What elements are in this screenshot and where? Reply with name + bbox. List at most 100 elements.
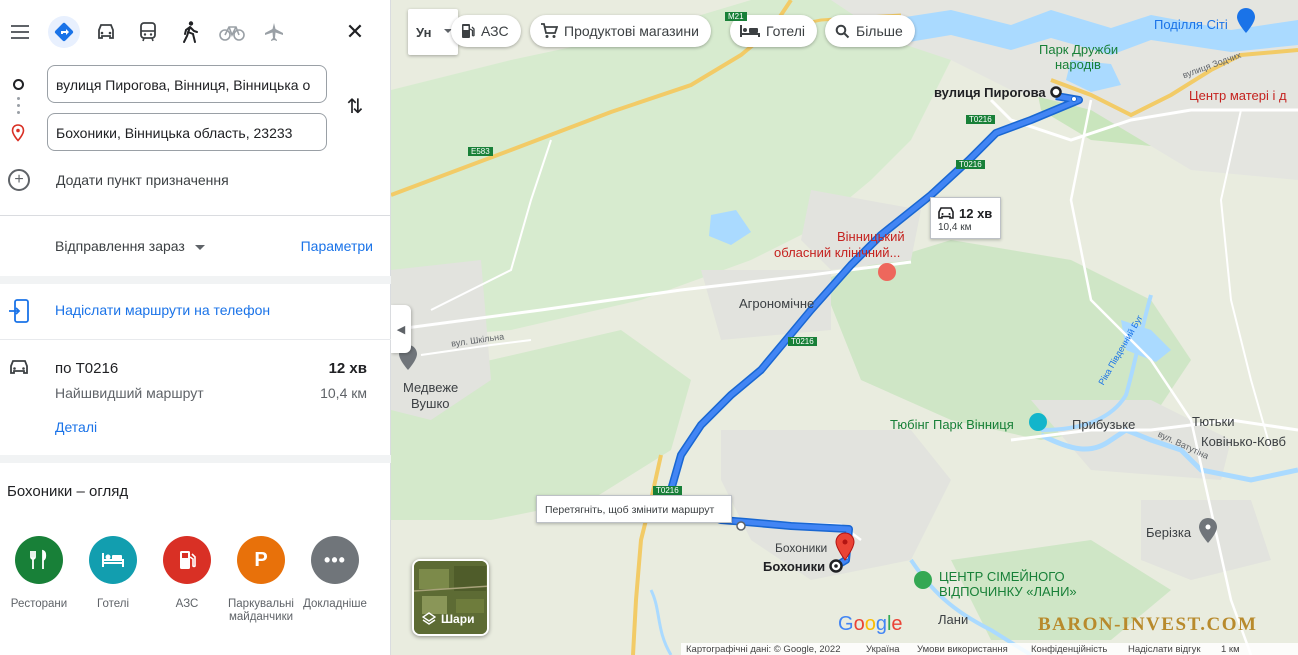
chip-label: АЗС (481, 23, 509, 39)
flight-mode-icon[interactable] (258, 16, 290, 48)
road-shield: T0216 (788, 337, 817, 346)
directions-panel: ✕ вулиця Пирогова, Вінниця, Вінницька о … (0, 0, 391, 655)
swap-icon[interactable]: ⇅ (343, 94, 367, 120)
country-link[interactable]: Україна (866, 644, 900, 655)
road-shield: T0216 (956, 160, 985, 169)
place-label: обласний клінічний... (774, 245, 901, 260)
gas-station-icon (462, 24, 475, 38)
chip-label: Продуктові магазини (564, 23, 699, 39)
input-tools-label: Ун (416, 24, 432, 40)
gas-stations-button[interactable]: АЗС (149, 536, 225, 611)
hotel-icon (89, 536, 137, 584)
origin-dot-icon (13, 79, 24, 90)
watermark: BARON-INVEST.COM (1038, 614, 1258, 635)
place-label: Бохоники (775, 541, 828, 555)
place-label: Тютьки (1192, 414, 1235, 429)
poi-label: Паркувальні майданчики (228, 598, 294, 623)
chip-groceries[interactable]: Продуктові магазини (530, 15, 711, 47)
road-shield: M21 (725, 12, 747, 21)
connector-dot (17, 111, 20, 114)
place-label: Ковінько-Ковб (1201, 434, 1286, 449)
chevron-down-icon (194, 244, 205, 250)
divider (0, 455, 391, 463)
chip-more[interactable]: Більше (825, 15, 915, 47)
divider (0, 276, 391, 284)
route-time: 12 хв (328, 360, 367, 377)
add-destination-button[interactable]: + Додати пункт призначення (8, 168, 229, 192)
restaurants-button[interactable]: Ресторани (1, 536, 77, 611)
place-label: ЦЕНТР СІМЕЙНОГО (939, 569, 1065, 584)
route-subtitle: Найшвидший маршрут (55, 385, 204, 401)
bicycle-mode-icon[interactable] (216, 16, 248, 48)
parking-button[interactable]: P Паркувальні майданчики (223, 536, 299, 624)
privacy-link[interactable]: Конфіденційність (1031, 644, 1107, 655)
map-canvas[interactable]: ◀ Ун АЗС Продуктові магазини Готелі Біль… (391, 0, 1298, 655)
departure-row: Відправлення зараз Параметри (0, 216, 391, 276)
map-data-credit: Картографічні дані: © Google, 2022 (686, 644, 841, 655)
gas-station-icon (163, 536, 211, 584)
layers-icon (422, 612, 436, 625)
terms-link[interactable]: Умови використання (917, 644, 1008, 655)
road-shield: T0216 (653, 486, 682, 495)
feedback-link[interactable]: Надіслати відгук (1128, 644, 1201, 655)
hotel-icon (740, 25, 760, 37)
overview-title: Бохоники – огляд (7, 483, 129, 500)
destination-label: Бохоники (763, 559, 826, 574)
place-label: Вінницький (837, 229, 905, 244)
send-to-phone-row[interactable]: Надіслати маршрути на телефон (0, 284, 391, 340)
poi-label: Ресторани (10, 598, 68, 610)
place-label: Агрономічне (739, 296, 815, 311)
poi-label: Готелі (96, 598, 130, 610)
parking-icon: P (237, 536, 285, 584)
chip-label: Більше (856, 23, 903, 39)
origin-input[interactable]: вулиця Пирогова, Вінниця, Вінницька о (47, 65, 327, 103)
shopping-cart-icon (541, 23, 558, 38)
walking-mode-icon[interactable] (174, 16, 206, 48)
place-label: Вушко (411, 396, 450, 411)
badge-time: 12 хв (959, 206, 993, 221)
best-mode-icon[interactable] (48, 16, 80, 48)
layers-text: Шари (441, 612, 475, 626)
place-label: народів (1055, 57, 1101, 72)
place-label: ВІДПОЧИНКУ «ЛАНИ» (939, 584, 1077, 599)
route-details-link[interactable]: Деталі (55, 419, 97, 435)
origin-label: вулиця Пирогова (934, 85, 1046, 100)
place-label: Тюбінг Парк Вінниця (890, 417, 1014, 432)
car-mode-icon[interactable] (90, 16, 122, 48)
connector-dot (17, 97, 20, 100)
google-logo: Google (838, 613, 903, 635)
chip-label: Готелі (766, 23, 805, 39)
route-time-badge[interactable]: 12 хв 10,4 км (930, 197, 1001, 239)
road-shield: T0216 (966, 115, 995, 124)
add-destination-label: Додати пункт призначення (56, 172, 229, 188)
route-name: по T0216 (55, 360, 119, 377)
travel-mode-bar: ✕ (0, 0, 391, 64)
badge-distance: 10,4 км (938, 222, 972, 233)
departure-dropdown[interactable]: Відправлення зараз (55, 238, 205, 254)
route-distance: 10,4 км (320, 385, 367, 401)
car-icon (938, 207, 954, 219)
close-icon[interactable]: ✕ (339, 16, 371, 48)
connector-dot (17, 104, 20, 107)
place-label: Прибузьке (1072, 417, 1136, 432)
place-label: Лани (938, 612, 969, 627)
menu-icon[interactable] (4, 16, 36, 48)
destination-pin-icon (11, 124, 25, 142)
send-to-phone-link[interactable]: Надіслати маршрути на телефон (55, 302, 270, 318)
collapse-panel-button[interactable]: ◀ (391, 305, 411, 353)
more-icon: ••• (311, 536, 359, 584)
destination-input[interactable]: Бохоники, Вінницька область, 23233 (47, 113, 327, 151)
chip-gas-stations[interactable]: АЗС (451, 15, 521, 47)
place-label: Поділля Сіті (1154, 17, 1228, 32)
layers-button[interactable]: Шари (412, 559, 489, 636)
scale-label: 1 км (1221, 644, 1240, 655)
hotels-button[interactable]: Готелі (75, 536, 151, 611)
transit-mode-icon[interactable] (132, 16, 164, 48)
departure-label: Відправлення зараз (55, 238, 185, 254)
restaurant-icon (15, 536, 63, 584)
route-option[interactable]: по T0216 12 хв Найшвидший маршрут 10,4 к… (0, 340, 391, 455)
route-inputs: вулиця Пирогова, Вінниця, Вінницька о Бо… (0, 64, 391, 216)
options-button[interactable]: Параметри (301, 238, 373, 254)
poi-label: АЗС (175, 598, 199, 610)
more-button[interactable]: ••• Докладніше (297, 536, 373, 611)
